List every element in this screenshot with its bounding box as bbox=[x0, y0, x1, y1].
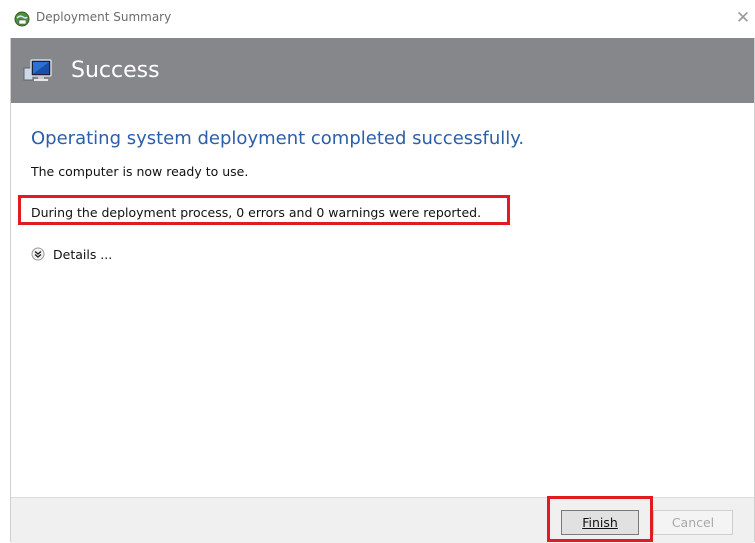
details-label: Details ... bbox=[53, 247, 113, 262]
title-bar: Deployment Summary ✕ bbox=[0, 0, 755, 38]
deployment-app-icon bbox=[14, 11, 30, 27]
computer-monitor-icon bbox=[23, 59, 52, 81]
dialog-frame bbox=[10, 38, 755, 542]
window-title: Deployment Summary bbox=[36, 10, 172, 24]
error-warning-report: During the deployment process, 0 errors … bbox=[31, 205, 482, 220]
finish-button[interactable]: Finish bbox=[561, 510, 639, 535]
banner-title: Success bbox=[71, 58, 160, 83]
close-button[interactable]: ✕ bbox=[733, 5, 753, 31]
button-bar bbox=[11, 497, 754, 543]
cancel-button-label: Cancel bbox=[671, 515, 715, 530]
chevron-double-down-icon bbox=[31, 247, 45, 261]
close-icon: ✕ bbox=[735, 8, 751, 28]
status-message: The computer is now ready to use. bbox=[31, 164, 249, 179]
page-heading: Operating system deployment completed su… bbox=[31, 128, 525, 149]
finish-button-label: Finish bbox=[582, 515, 618, 530]
cancel-button[interactable]: Cancel bbox=[653, 510, 733, 535]
